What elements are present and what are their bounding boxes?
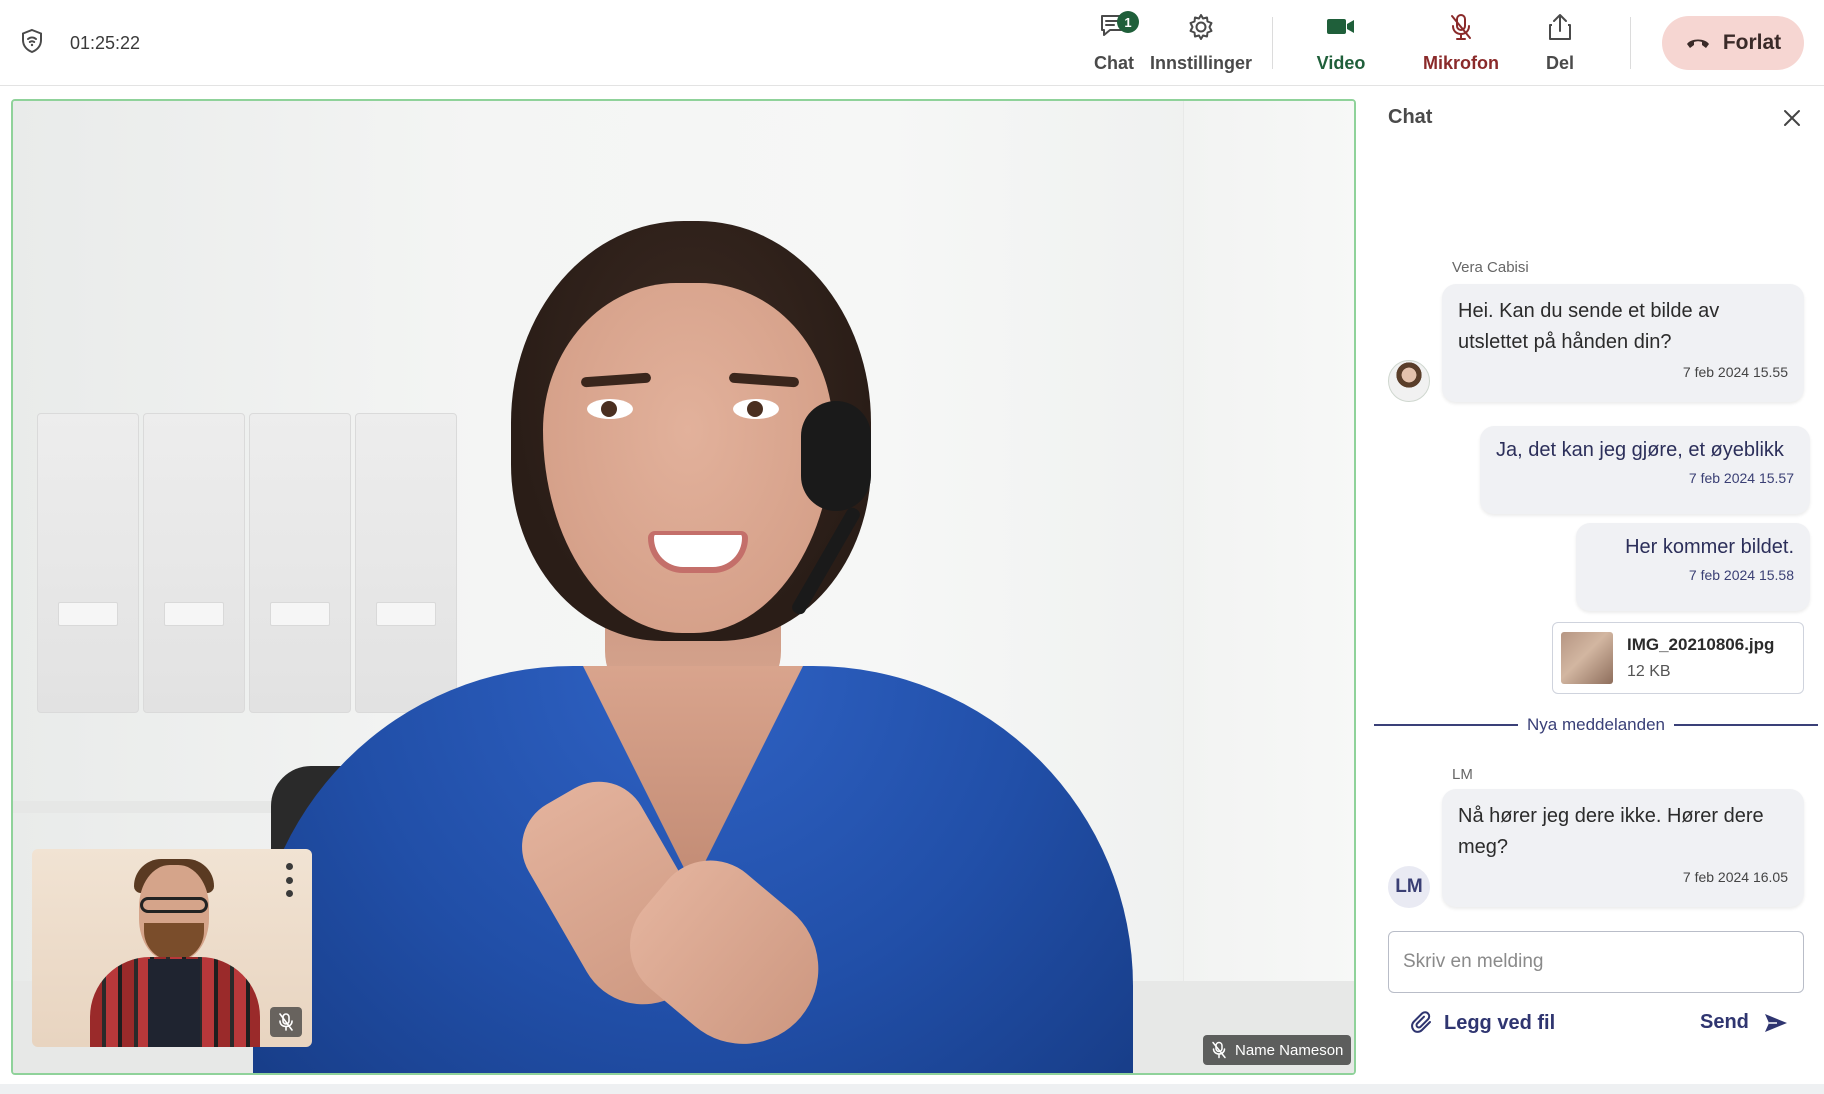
secure-connection-icon bbox=[20, 28, 44, 59]
attachment-thumbnail bbox=[1561, 632, 1613, 684]
send-button[interactable]: Send bbox=[1700, 1011, 1789, 1034]
video-background bbox=[37, 413, 139, 713]
chat-panel-title: Chat bbox=[1388, 106, 1433, 128]
message-text: Ja, det kan jeg gjøre, et øyeblikk bbox=[1496, 439, 1784, 461]
message-sender: Vera Cabisi bbox=[1452, 259, 1529, 276]
microphone-toggle-button[interactable]: Mikrofon bbox=[1408, 12, 1514, 74]
participant-name-tag: Name Nameson bbox=[1203, 1035, 1352, 1065]
microphone-muted-icon bbox=[1451, 14, 1471, 40]
message-timestamp: 7 feb 2024 15.58 bbox=[1688, 567, 1794, 583]
microphone-muted-icon bbox=[1212, 1041, 1226, 1059]
attach-file-label: Legg ved fil bbox=[1444, 1011, 1556, 1034]
send-arrow-icon bbox=[1764, 1013, 1787, 1032]
attach-file-button[interactable]: Legg ved fil bbox=[1410, 1011, 1555, 1035]
self-view-video[interactable] bbox=[32, 849, 312, 1047]
file-attachment[interactable]: IMG_20210806.jpg 12 KB bbox=[1552, 622, 1804, 694]
message-timestamp: 7 feb 2024 15.55 bbox=[1682, 364, 1788, 380]
chat-unread-badge: 1 bbox=[1117, 11, 1139, 33]
message-timestamp: 7 feb 2024 16.05 bbox=[1682, 869, 1788, 885]
remote-video-stage: Name Nameson bbox=[11, 99, 1356, 1075]
message-text: Her kommer bildet. bbox=[1625, 536, 1794, 558]
hang-up-phone-icon bbox=[1686, 39, 1709, 48]
top-toolbar: 01:25:22 1 Chat Innstillinger Video Mikr… bbox=[0, 0, 1824, 86]
video-camera-icon bbox=[1327, 19, 1354, 34]
message-input[interactable] bbox=[1388, 931, 1804, 993]
new-messages-divider: Nya meddelanden bbox=[1374, 713, 1819, 737]
chat-message: Hei. Kan du sende et bilde av utslettet … bbox=[1442, 284, 1804, 402]
new-messages-label: Nya meddelanden bbox=[1527, 715, 1665, 734]
chat-button-label: Chat bbox=[1094, 53, 1134, 73]
video-toggle-button[interactable]: Video bbox=[1306, 12, 1376, 74]
microphone-muted-icon bbox=[270, 1007, 302, 1037]
chat-message: Ja, det kan jeg gjøre, et øyeblikk 7 feb… bbox=[1480, 426, 1810, 514]
chat-panel: Chat Vera Cabisi Hei. Kan du sende et bi… bbox=[1366, 86, 1824, 1084]
message-text: Nå hører jeg dere ikke. Hører dere meg? bbox=[1458, 805, 1764, 858]
attachment-size: 12 KB bbox=[1627, 663, 1671, 680]
message-text: Hei. Kan du sende et bilde av utslettet … bbox=[1458, 300, 1720, 353]
video-background bbox=[1183, 101, 1354, 1073]
avatar: LM bbox=[1388, 866, 1430, 908]
toolbar-divider bbox=[1272, 17, 1273, 69]
call-timer: 01:25:22 bbox=[70, 33, 141, 53]
call-status: 01:25:22 bbox=[20, 28, 140, 59]
share-button[interactable]: Del bbox=[1530, 12, 1590, 74]
avatar bbox=[1388, 360, 1430, 402]
chat-message: Nå hører jeg dere ikke. Hører dere meg? … bbox=[1442, 789, 1804, 907]
remote-participant-video bbox=[253, 221, 1133, 1073]
leave-button-label: Forlat bbox=[1722, 31, 1782, 54]
message-sender: LM bbox=[1452, 766, 1473, 783]
settings-button-label: Innstillinger bbox=[1150, 53, 1253, 73]
bottom-strip bbox=[0, 1084, 1824, 1094]
chat-message: Her kommer bildet. 7 feb 2024 15.58 bbox=[1576, 523, 1810, 611]
chat-button[interactable]: 1 Chat bbox=[1078, 11, 1150, 74]
attachment-name: IMG_20210806.jpg bbox=[1627, 635, 1775, 654]
more-options-icon[interactable] bbox=[284, 863, 294, 897]
microphone-button-label: Mikrofon bbox=[1423, 53, 1499, 73]
video-background bbox=[143, 413, 245, 713]
message-timestamp: 7 feb 2024 15.57 bbox=[1688, 470, 1794, 486]
leave-call-button[interactable]: Forlat bbox=[1662, 16, 1804, 70]
send-label: Send bbox=[1700, 1011, 1749, 1033]
share-upload-icon bbox=[1549, 14, 1571, 40]
toolbar-divider bbox=[1630, 17, 1631, 69]
close-icon[interactable] bbox=[1778, 104, 1806, 132]
participant-name: Name Nameson bbox=[1235, 1041, 1344, 1059]
paperclip-icon bbox=[1411, 1011, 1431, 1033]
settings-button[interactable]: Innstillinger bbox=[1150, 12, 1252, 74]
share-button-label: Del bbox=[1545, 53, 1574, 73]
gear-icon bbox=[1189, 14, 1213, 40]
video-button-label: Video bbox=[1316, 53, 1366, 73]
